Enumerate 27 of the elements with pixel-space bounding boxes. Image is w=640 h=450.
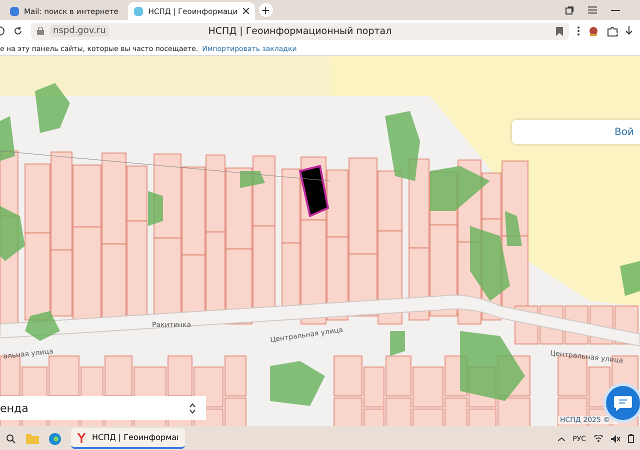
chat-bubble-icon	[614, 395, 632, 411]
new-tab-button[interactable]: +	[258, 3, 273, 17]
layer-select[interactable]: енда	[0, 396, 206, 420]
battery-icon[interactable]	[628, 434, 634, 443]
search-icon[interactable]	[6, 434, 16, 444]
wifi-icon[interactable]	[594, 435, 603, 442]
minimize-icon[interactable]	[611, 8, 620, 12]
tabs-icon[interactable]	[565, 6, 574, 14]
tab-favicon-icon	[134, 6, 144, 16]
lock-icon	[37, 27, 44, 35]
browser-icon[interactable]	[49, 432, 61, 444]
puzzle-icon[interactable]	[607, 26, 618, 36]
login-button[interactable]: Вой	[512, 120, 640, 144]
download-icon[interactable]	[626, 26, 632, 36]
menu-icon[interactable]	[588, 6, 597, 14]
caret-up-icon[interactable]	[558, 436, 565, 440]
tab-favicon-icon	[10, 6, 19, 16]
extension-icon[interactable]	[588, 26, 599, 36]
speaker-icon[interactable]	[611, 434, 620, 442]
bookmark-icon[interactable]	[556, 26, 563, 36]
chevron-updown-icon	[189, 402, 196, 414]
reload-icon[interactable]	[13, 26, 23, 36]
taskbar-app-button[interactable]: НСПД | Геоинформаı	[71, 428, 185, 449]
more-icon[interactable]	[577, 26, 580, 36]
address-field[interactable]: nspd.gov.ru НСПД | Геоинформационный портал	[31, 22, 569, 40]
close-icon[interactable]	[242, 8, 249, 14]
y-logo-icon	[77, 432, 86, 442]
